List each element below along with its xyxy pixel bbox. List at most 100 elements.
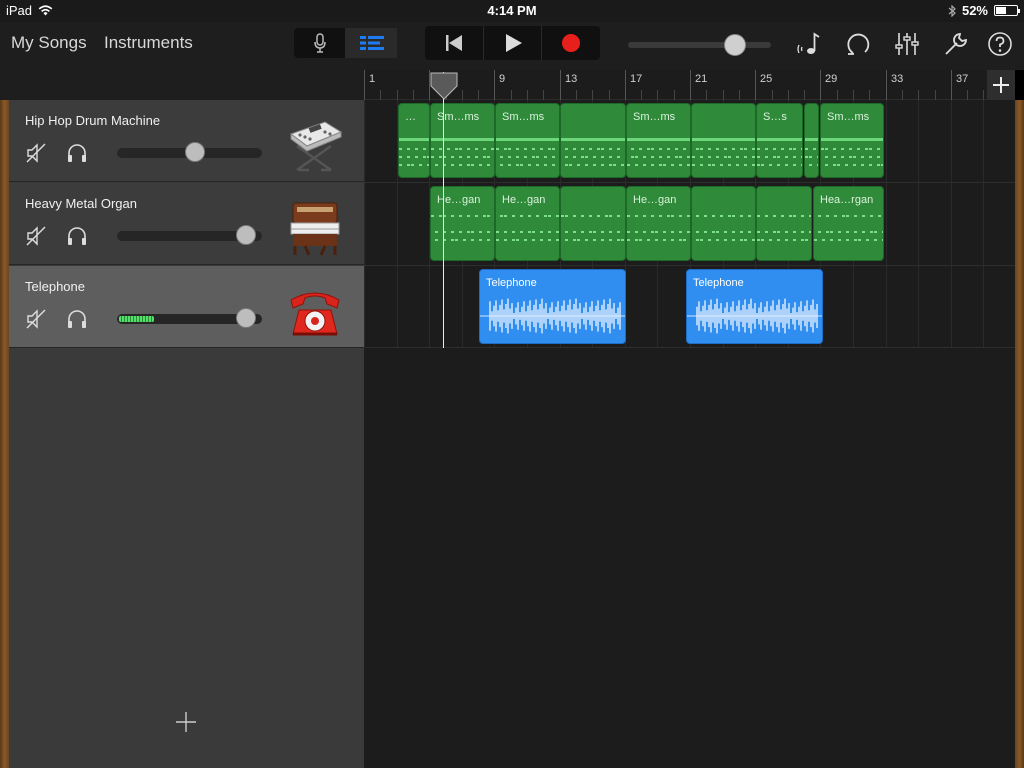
mute-button[interactable]	[25, 142, 47, 164]
my-songs-button[interactable]: My Songs	[11, 33, 87, 53]
volume-knob[interactable]	[236, 225, 256, 245]
audio-region-telephone[interactable]: Telephone	[479, 269, 626, 344]
wood-side-right	[1015, 100, 1024, 768]
speaker-muted-icon	[26, 143, 46, 163]
ruler-tick	[918, 90, 919, 100]
timeline-ruler[interactable]: 15913172125293337	[364, 70, 1015, 100]
help-button[interactable]	[986, 30, 1014, 58]
help-icon	[988, 32, 1012, 56]
record-button[interactable]	[541, 26, 600, 60]
solo-button[interactable]	[66, 308, 88, 330]
ruler-tick	[576, 90, 577, 100]
midi-note-row	[431, 215, 494, 217]
lane-divider	[364, 347, 1015, 348]
midi-region-organ[interactable]	[756, 186, 812, 261]
add-track-button[interactable]	[174, 710, 198, 734]
metronome-icon	[797, 32, 820, 54]
midi-note-row	[821, 138, 883, 141]
lane-divider	[364, 182, 1015, 183]
midi-note-row	[561, 148, 625, 150]
clock: 4:14 PM	[487, 3, 537, 18]
go-to-beginning-button[interactable]	[425, 26, 483, 60]
grid-line	[983, 100, 984, 347]
ruler-tick	[364, 70, 365, 100]
ruler-tick	[869, 90, 870, 100]
midi-region-drums[interactable]: …	[398, 103, 430, 178]
midi-note-row	[692, 138, 755, 141]
midi-note-row	[496, 148, 559, 150]
track-volume-slider[interactable]	[117, 142, 262, 162]
midi-note-row	[561, 239, 625, 241]
metronome-button[interactable]	[794, 30, 822, 58]
solo-button[interactable]	[66, 225, 88, 247]
track-volume-slider[interactable]	[117, 308, 262, 328]
midi-region-organ[interactable]	[560, 186, 626, 261]
mixer-button[interactable]	[893, 30, 921, 58]
plus-icon	[993, 77, 1009, 93]
track-name: Hip Hop Drum Machine	[25, 113, 161, 128]
midi-note-row	[821, 164, 883, 166]
midi-region-drums[interactable]	[691, 103, 756, 178]
midi-region-drums[interactable]	[804, 103, 819, 178]
toolbar: My Songs Instruments	[0, 22, 1024, 70]
mute-button[interactable]	[25, 225, 47, 247]
region-label: He…gan	[502, 194, 546, 206]
track-header-organ[interactable]: Heavy Metal Organ	[9, 183, 364, 265]
master-volume-slider[interactable]	[628, 34, 771, 56]
level-meter	[119, 316, 154, 322]
midi-note-row	[814, 215, 883, 217]
midi-region-organ[interactable]: Hea…rgan	[813, 186, 884, 261]
midi-note-row	[805, 148, 818, 150]
midi-note-row	[496, 138, 559, 141]
track-header-telephone[interactable]: Telephone	[9, 266, 364, 348]
midi-note-row	[814, 231, 883, 233]
loop-browser-button[interactable]	[844, 30, 872, 58]
add-section-button[interactable]	[987, 70, 1015, 100]
tracks-view-button[interactable]	[345, 28, 397, 58]
ruler-bar-number: 17	[630, 73, 643, 85]
midi-note-row	[627, 148, 690, 150]
region-label: Hea…rgan	[820, 194, 874, 206]
track-arrangement-area[interactable]: … Sm…ms Sm…ms Sm…ms S…s Sm…ms He…gan He…gan He…g…	[364, 100, 1015, 768]
track-name: Telephone	[25, 279, 85, 294]
ruler-tick	[804, 90, 805, 100]
midi-region-organ[interactable]: He…gan	[495, 186, 560, 261]
playhead-handle[interactable]	[430, 72, 458, 100]
audio-region-telephone[interactable]: Telephone	[686, 269, 823, 344]
tracks-view-icon	[359, 36, 384, 50]
midi-region-drums[interactable]: S…s	[756, 103, 803, 178]
microphone-view-button[interactable]	[294, 28, 345, 58]
midi-region-organ[interactable]: He…gan	[430, 186, 495, 261]
midi-note-row	[627, 164, 690, 166]
telephone-icon[interactable]	[285, 282, 345, 340]
organ-icon[interactable]	[285, 199, 345, 257]
midi-region-drums[interactable]: Sm…ms	[820, 103, 884, 178]
midi-note-row	[627, 239, 690, 241]
midi-note-row	[627, 231, 690, 233]
midi-region-drums[interactable]: Sm…ms	[495, 103, 560, 178]
midi-note-row	[561, 138, 625, 141]
mute-button[interactable]	[25, 308, 47, 330]
settings-button[interactable]	[942, 30, 970, 58]
instruments-button[interactable]: Instruments	[104, 33, 193, 53]
ruler-tick	[706, 90, 707, 100]
ruler-tick	[772, 90, 773, 100]
midi-region-drums[interactable]: Sm…ms	[430, 103, 495, 178]
midi-region-organ[interactable]	[691, 186, 756, 261]
play-button[interactable]	[482, 26, 542, 60]
track-header-drums[interactable]: Hip Hop Drum Machine	[9, 100, 364, 182]
track-volume-slider[interactable]	[117, 225, 262, 245]
drum-machine-icon[interactable]	[285, 116, 345, 174]
volume-knob[interactable]	[185, 142, 205, 162]
midi-region-drums[interactable]: Sm…ms	[626, 103, 691, 178]
volume-knob[interactable]	[236, 308, 256, 328]
midi-note-row	[692, 231, 755, 233]
solo-button[interactable]	[66, 142, 88, 164]
midi-note-row	[757, 164, 802, 166]
midi-note-row	[757, 239, 811, 241]
midi-region-organ[interactable]: He…gan	[626, 186, 691, 261]
midi-note-row	[496, 231, 559, 233]
grid-line	[951, 100, 952, 347]
master-volume-knob[interactable]	[724, 34, 746, 56]
midi-region-drums[interactable]	[560, 103, 626, 178]
